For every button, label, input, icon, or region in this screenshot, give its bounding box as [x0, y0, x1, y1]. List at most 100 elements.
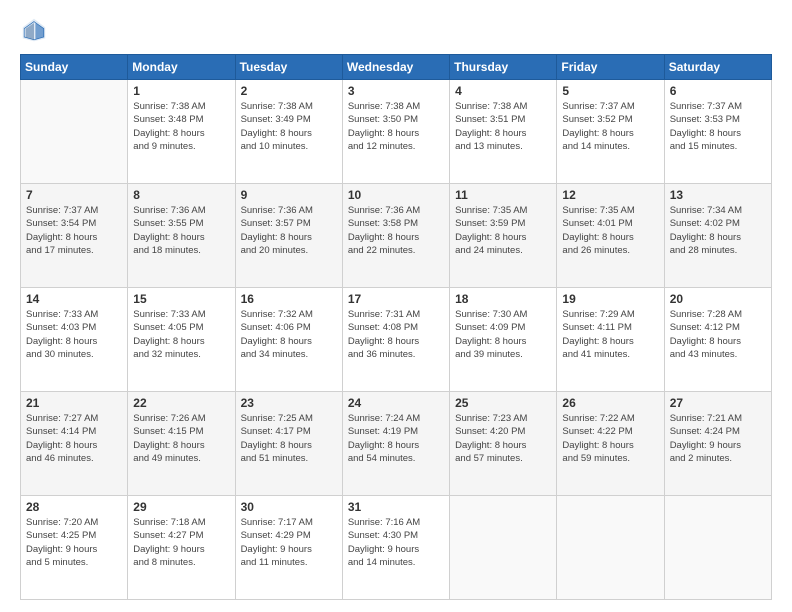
day-number: 1 [133, 84, 229, 98]
day-number: 25 [455, 396, 551, 410]
day-info: Sunrise: 7:22 AM Sunset: 4:22 PM Dayligh… [562, 412, 658, 465]
calendar-cell: 12 Sunrise: 7:35 AM Sunset: 4:01 PM Dayli… [557, 184, 664, 288]
day-info: Sunrise: 7:38 AM Sunset: 3:48 PM Dayligh… [133, 100, 229, 153]
weekday-header-tuesday: Tuesday [235, 55, 342, 80]
day-number: 3 [348, 84, 444, 98]
week-row-2: 7 Sunrise: 7:37 AM Sunset: 3:54 PM Daylig… [21, 184, 772, 288]
day-info: Sunrise: 7:36 AM Sunset: 3:58 PM Dayligh… [348, 204, 444, 257]
day-info: Sunrise: 7:36 AM Sunset: 3:57 PM Dayligh… [241, 204, 337, 257]
week-row-4: 21 Sunrise: 7:27 AM Sunset: 4:14 PM Dayli… [21, 392, 772, 496]
day-number: 6 [670, 84, 766, 98]
calendar-cell: 13 Sunrise: 7:34 AM Sunset: 4:02 PM Dayli… [664, 184, 771, 288]
weekday-header-saturday: Saturday [664, 55, 771, 80]
calendar-cell: 1 Sunrise: 7:38 AM Sunset: 3:48 PM Daylig… [128, 80, 235, 184]
day-number: 18 [455, 292, 551, 306]
day-number: 11 [455, 188, 551, 202]
day-info: Sunrise: 7:37 AM Sunset: 3:54 PM Dayligh… [26, 204, 122, 257]
calendar-cell: 11 Sunrise: 7:35 AM Sunset: 3:59 PM Dayli… [450, 184, 557, 288]
day-number: 9 [241, 188, 337, 202]
week-row-5: 28 Sunrise: 7:20 AM Sunset: 4:25 PM Dayli… [21, 496, 772, 600]
day-number: 10 [348, 188, 444, 202]
day-info: Sunrise: 7:31 AM Sunset: 4:08 PM Dayligh… [348, 308, 444, 361]
weekday-header-sunday: Sunday [21, 55, 128, 80]
calendar-cell: 14 Sunrise: 7:33 AM Sunset: 4:03 PM Dayli… [21, 288, 128, 392]
day-number: 28 [26, 500, 122, 514]
day-info: Sunrise: 7:38 AM Sunset: 3:51 PM Dayligh… [455, 100, 551, 153]
calendar-cell: 23Sunrise: 7:25 AM Sunset: 4:17 PM Dayli… [235, 392, 342, 496]
day-number: 24 [348, 396, 444, 410]
day-number: 4 [455, 84, 551, 98]
day-info: Sunrise: 7:17 AM Sunset: 4:29 PM Dayligh… [241, 516, 337, 569]
calendar-cell: 24 Sunrise: 7:24 AM Sunset: 4:19 PM Dayli… [342, 392, 449, 496]
day-number: 21 [26, 396, 122, 410]
day-info: Sunrise: 7:24 AM Sunset: 4:19 PM Dayligh… [348, 412, 444, 465]
calendar-cell [450, 496, 557, 600]
day-number: 26 [562, 396, 658, 410]
day-info: Sunrise: 7:21 AM Sunset: 4:24 PM Dayligh… [670, 412, 766, 465]
calendar-cell: 26 Sunrise: 7:22 AM Sunset: 4:22 PM Dayli… [557, 392, 664, 496]
day-info: Sunrise: 7:30 AM Sunset: 4:09 PM Dayligh… [455, 308, 551, 361]
logo [20, 16, 52, 44]
calendar-cell: 15Sunrise: 7:33 AM Sunset: 4:05 PM Dayli… [128, 288, 235, 392]
day-info: Sunrise: 7:28 AM Sunset: 4:12 PM Dayligh… [670, 308, 766, 361]
calendar-cell: 7 Sunrise: 7:37 AM Sunset: 3:54 PM Daylig… [21, 184, 128, 288]
logo-icon [20, 16, 48, 44]
day-number: 13 [670, 188, 766, 202]
week-row-3: 14 Sunrise: 7:33 AM Sunset: 4:03 PM Dayli… [21, 288, 772, 392]
day-info: Sunrise: 7:35 AM Sunset: 3:59 PM Dayligh… [455, 204, 551, 257]
day-number: 19 [562, 292, 658, 306]
day-info: Sunrise: 7:23 AM Sunset: 4:20 PM Dayligh… [455, 412, 551, 465]
day-number: 7 [26, 188, 122, 202]
calendar-cell: 30Sunrise: 7:17 AM Sunset: 4:29 PM Dayli… [235, 496, 342, 600]
day-info: Sunrise: 7:38 AM Sunset: 3:49 PM Dayligh… [241, 100, 337, 153]
day-number: 2 [241, 84, 337, 98]
weekday-header-thursday: Thursday [450, 55, 557, 80]
day-info: Sunrise: 7:27 AM Sunset: 4:14 PM Dayligh… [26, 412, 122, 465]
day-info: Sunrise: 7:36 AM Sunset: 3:55 PM Dayligh… [133, 204, 229, 257]
day-number: 29 [133, 500, 229, 514]
calendar-cell: 22 Sunrise: 7:26 AM Sunset: 4:15 PM Dayli… [128, 392, 235, 496]
header [20, 16, 772, 44]
calendar-cell: 2 Sunrise: 7:38 AM Sunset: 3:49 PM Daylig… [235, 80, 342, 184]
day-number: 17 [348, 292, 444, 306]
day-info: Sunrise: 7:20 AM Sunset: 4:25 PM Dayligh… [26, 516, 122, 569]
page: SundayMondayTuesdayWednesdayThursdayFrid… [0, 0, 792, 612]
weekday-header-row: SundayMondayTuesdayWednesdayThursdayFrid… [21, 55, 772, 80]
day-number: 14 [26, 292, 122, 306]
day-info: Sunrise: 7:38 AM Sunset: 3:50 PM Dayligh… [348, 100, 444, 153]
day-number: 8 [133, 188, 229, 202]
day-number: 27 [670, 396, 766, 410]
weekday-header-monday: Monday [128, 55, 235, 80]
day-info: Sunrise: 7:34 AM Sunset: 4:02 PM Dayligh… [670, 204, 766, 257]
weekday-header-wednesday: Wednesday [342, 55, 449, 80]
day-number: 23 [241, 396, 337, 410]
calendar-cell: 9 Sunrise: 7:36 AM Sunset: 3:57 PM Daylig… [235, 184, 342, 288]
day-info: Sunrise: 7:32 AM Sunset: 4:06 PM Dayligh… [241, 308, 337, 361]
calendar-cell [557, 496, 664, 600]
day-info: Sunrise: 7:37 AM Sunset: 3:53 PM Dayligh… [670, 100, 766, 153]
calendar-cell: 8 Sunrise: 7:36 AM Sunset: 3:55 PM Daylig… [128, 184, 235, 288]
calendar-cell: 5Sunrise: 7:37 AM Sunset: 3:52 PM Daylig… [557, 80, 664, 184]
day-number: 31 [348, 500, 444, 514]
day-info: Sunrise: 7:26 AM Sunset: 4:15 PM Dayligh… [133, 412, 229, 465]
weekday-header-friday: Friday [557, 55, 664, 80]
day-number: 12 [562, 188, 658, 202]
calendar-cell: 21 Sunrise: 7:27 AM Sunset: 4:14 PM Dayli… [21, 392, 128, 496]
calendar-cell: 27 Sunrise: 7:21 AM Sunset: 4:24 PM Dayli… [664, 392, 771, 496]
calendar-cell [21, 80, 128, 184]
calendar-cell: 18 Sunrise: 7:30 AM Sunset: 4:09 PM Dayli… [450, 288, 557, 392]
calendar-cell: 4 Sunrise: 7:38 AM Sunset: 3:51 PM Daylig… [450, 80, 557, 184]
calendar-cell [664, 496, 771, 600]
day-info: Sunrise: 7:16 AM Sunset: 4:30 PM Dayligh… [348, 516, 444, 569]
week-row-1: 1 Sunrise: 7:38 AM Sunset: 3:48 PM Daylig… [21, 80, 772, 184]
calendar-table: SundayMondayTuesdayWednesdayThursdayFrid… [20, 54, 772, 600]
calendar-cell: 3 Sunrise: 7:38 AM Sunset: 3:50 PM Daylig… [342, 80, 449, 184]
day-info: Sunrise: 7:35 AM Sunset: 4:01 PM Dayligh… [562, 204, 658, 257]
day-number: 22 [133, 396, 229, 410]
calendar-cell: 16Sunrise: 7:32 AM Sunset: 4:06 PM Dayli… [235, 288, 342, 392]
calendar-cell: 25 Sunrise: 7:23 AM Sunset: 4:20 PM Dayli… [450, 392, 557, 496]
day-number: 20 [670, 292, 766, 306]
day-info: Sunrise: 7:29 AM Sunset: 4:11 PM Dayligh… [562, 308, 658, 361]
day-info: Sunrise: 7:33 AM Sunset: 4:03 PM Dayligh… [26, 308, 122, 361]
day-number: 15 [133, 292, 229, 306]
